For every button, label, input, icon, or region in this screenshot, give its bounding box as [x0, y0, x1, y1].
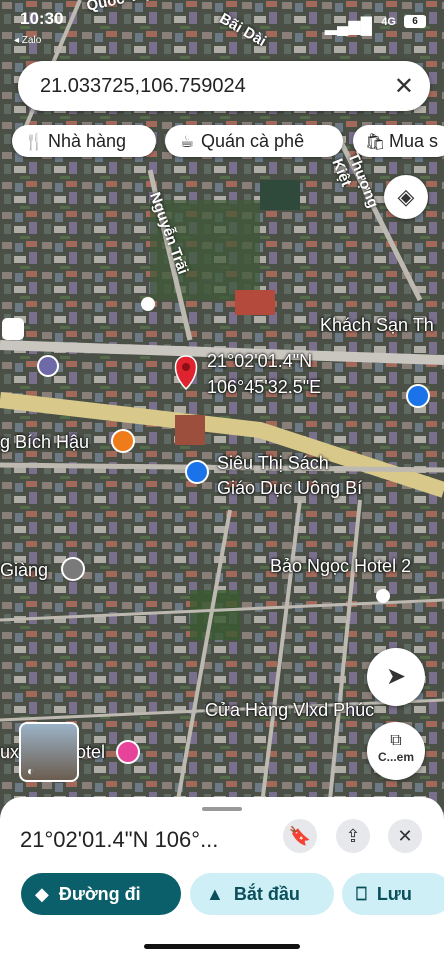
street-view-thumbnail[interactable]: ◐ [19, 722, 79, 782]
place-label-bich-hau[interactable]: g Bích Hậu [0, 432, 89, 453]
landmark-poi-icon[interactable] [61, 557, 85, 581]
restaurant-poi-icon[interactable] [111, 429, 135, 453]
clock: 10:30 [20, 9, 64, 28]
close-sheet-icon[interactable]: ✕ [388, 819, 422, 853]
place-label-ux[interactable]: ux [0, 742, 19, 763]
street-view-button[interactable]: ⧉ C...em [367, 722, 425, 780]
my-location-button[interactable]: ➤ [367, 648, 425, 706]
fuel-poi-icon[interactable] [37, 355, 59, 377]
bus-stop-icon-2[interactable] [376, 589, 390, 603]
save-button[interactable]: ⎕ Lưu [342, 873, 444, 915]
restaurant-icon: 🍴 [24, 134, 44, 151]
bookmark-icon[interactable]: 🔖 [283, 819, 317, 853]
home-indicator [144, 944, 300, 949]
close-icon[interactable]: ✕ [394, 72, 414, 101]
chip-shopping[interactable]: 🛍 Mua s [353, 125, 444, 157]
place-sheet[interactable]: 21°02'01.4"N 106°... 🔖 ⇪ ✕ ◆ Đường đi ▲ Bắ… [0, 797, 444, 960]
camera-icon: ⧉ [390, 732, 402, 749]
place-title: 21°02'01.4"N 106°... [20, 827, 219, 852]
place-label-bao-ngoc[interactable]: Bảo Ngọc Hotel 2 [270, 556, 411, 577]
transit-icon[interactable] [2, 318, 24, 340]
place-label-vlxd[interactable]: Cửa Hàng Vlxd Phúc [205, 700, 374, 721]
directions-button[interactable]: ◆ Đường đi [21, 873, 181, 915]
drag-handle[interactable] [202, 807, 242, 811]
street-view-360-icon: ◐ [27, 764, 35, 778]
share-icon[interactable]: ⇪ [336, 819, 370, 853]
layers-button[interactable]: ◈ [384, 175, 428, 219]
navigation-arrow-icon: ➤ [385, 663, 407, 690]
coffee-icon: ☕ [179, 134, 195, 151]
search-bar[interactable]: 21.033725,106.759024 ✕ [18, 61, 430, 111]
place-label-giang[interactable]: Giàng [0, 560, 48, 581]
hotel-poi-icon[interactable] [116, 740, 140, 764]
bus-stop-icon[interactable] [141, 297, 155, 311]
status-bar: 10:30 ◂ Zalo ▂▄▆█ 4G 6 [0, 0, 444, 50]
place-label-hotel[interactable]: Khách Sạn Th [320, 315, 434, 336]
pin-coordinates-lat: 21°02'01.4"N [207, 351, 313, 371]
search-query[interactable]: 21.033725,106.759024 [40, 75, 246, 98]
signal-icon: ▂▄▆█ [324, 18, 372, 35]
shopping-bag-icon: 🛍 [365, 134, 386, 151]
directions-icon: ◆ [35, 884, 49, 904]
chip-restaurants[interactable]: 🍴 Nhà hàng [12, 125, 156, 157]
place-label-bookstore-2[interactable]: Giáo Dục Uông Bí [217, 478, 362, 499]
network-type: 4G [381, 16, 396, 28]
place-label-bookstore-1[interactable]: Siêu Thị Sách [217, 453, 329, 474]
layers-icon: ◈ [397, 184, 415, 209]
shop-poi-icon[interactable] [185, 460, 209, 484]
bookmark-outline-icon: ⎕ [356, 884, 367, 904]
start-button[interactable]: ▲ Bắt đầu [190, 873, 334, 915]
street-view-label: C...em [377, 750, 414, 764]
start-arrow-icon: ▲ [206, 884, 224, 904]
pin-coordinates-lng: 106°45'32.5"E [207, 377, 322, 397]
battery-icon: 6 [404, 15, 426, 28]
place-label-otel[interactable]: otel [76, 742, 105, 763]
chip-coffee[interactable]: ☕ Quán cà phê [165, 125, 343, 157]
shop-poi-icon-2[interactable] [406, 384, 430, 408]
back-to-app-link[interactable]: ◂ Zalo [14, 35, 41, 46]
